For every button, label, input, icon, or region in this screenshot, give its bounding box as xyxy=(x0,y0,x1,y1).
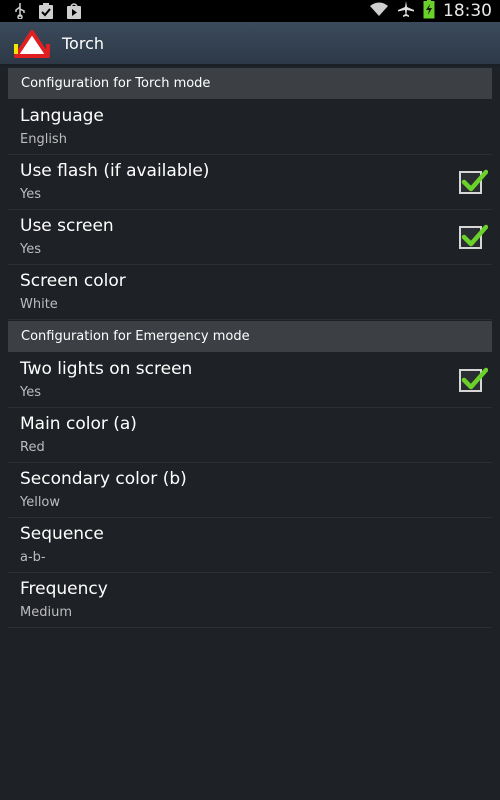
pref-summary: Red xyxy=(20,440,45,455)
pref-two-lights[interactable]: Two lights on screen Yes xyxy=(8,353,492,408)
status-left-icons xyxy=(14,3,82,23)
pref-summary: a-b- xyxy=(20,550,46,565)
two-lights-checkbox[interactable] xyxy=(459,367,488,392)
pref-title: Use flash (if available) xyxy=(20,161,210,181)
app-title: Torch xyxy=(62,34,105,53)
checkmark-icon xyxy=(461,224,488,247)
pref-frequency[interactable]: Frequency Medium xyxy=(8,573,492,628)
checkmark-icon xyxy=(461,367,488,390)
pref-title: Screen color xyxy=(20,271,126,291)
usb-icon xyxy=(14,3,26,23)
battery-charging-icon xyxy=(423,0,435,23)
checkmark-icon xyxy=(461,169,488,192)
pref-title: Frequency xyxy=(20,579,108,599)
pref-title: Sequence xyxy=(20,524,104,544)
status-clock: 18:30 xyxy=(443,1,492,21)
wifi-icon xyxy=(369,1,389,21)
status-right-icons: 18:30 xyxy=(369,0,492,23)
pref-use-flash[interactable]: Use flash (if available) Yes xyxy=(8,155,492,210)
pref-sequence[interactable]: Sequence a-b- xyxy=(8,518,492,573)
section-header-torch: Configuration for Torch mode xyxy=(8,68,492,99)
warning-triangle-icon[interactable] xyxy=(12,30,54,60)
pref-title: Use screen xyxy=(20,216,114,236)
pref-use-screen[interactable]: Use screen Yes xyxy=(8,210,492,265)
pref-summary: Yes xyxy=(20,187,41,202)
play-store-icon xyxy=(66,3,82,23)
pref-title: Main color (a) xyxy=(20,414,137,434)
pref-language[interactable]: Language English xyxy=(8,100,492,155)
pref-secondary-color[interactable]: Secondary color (b) Yellow xyxy=(8,463,492,518)
pref-summary: Yes xyxy=(20,242,41,257)
status-bar: 18:30 xyxy=(0,0,500,22)
pref-summary: Yellow xyxy=(20,495,61,510)
use-flash-checkbox[interactable] xyxy=(459,169,488,194)
pref-title: Secondary color (b) xyxy=(20,469,187,489)
pref-title: Two lights on screen xyxy=(20,359,193,379)
pref-screen-color[interactable]: Screen color White xyxy=(8,265,492,320)
pref-summary: English xyxy=(20,132,67,147)
use-screen-checkbox[interactable] xyxy=(459,224,488,249)
clipboard-check-icon xyxy=(38,3,54,23)
pref-main-color[interactable]: Main color (a) Red xyxy=(8,408,492,463)
pref-summary: Yes xyxy=(20,385,41,400)
pref-summary: White xyxy=(20,297,58,312)
pref-title: Language xyxy=(20,106,104,126)
pref-summary: Medium xyxy=(20,605,72,620)
action-bar: Torch xyxy=(0,22,500,66)
section-header-emergency: Configuration for Emergency mode xyxy=(8,321,492,352)
airplane-mode-icon xyxy=(397,0,415,22)
